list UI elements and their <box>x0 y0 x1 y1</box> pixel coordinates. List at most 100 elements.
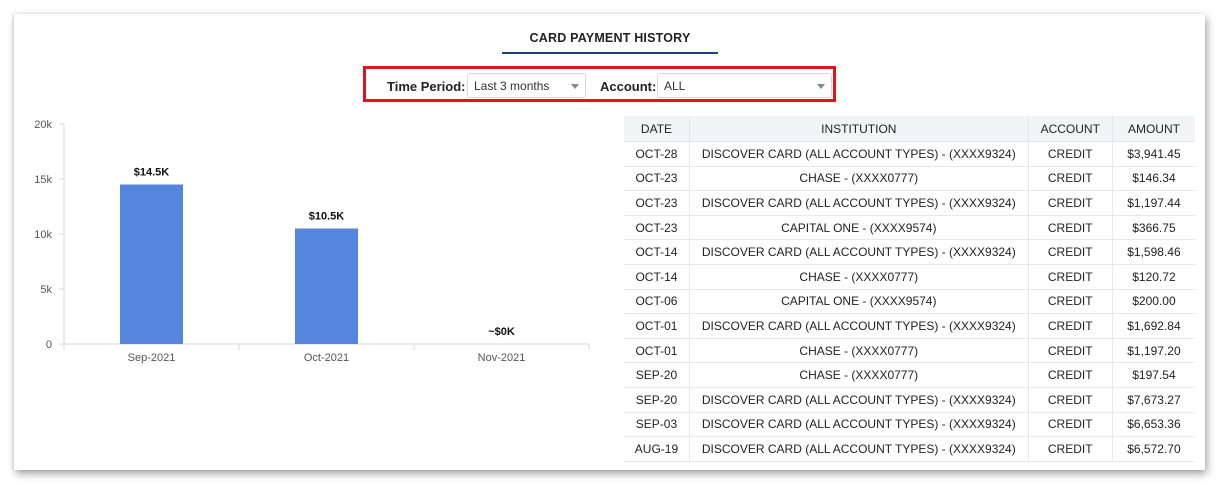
table-row[interactable]: OCT-14 DISCOVER CARD (ALL ACCOUNT TYPES) … <box>624 239 1195 265</box>
payments-table-container: DATE INSTITUTION ACCOUNT AMOUNT OCT-28 DISCO… <box>624 116 1195 468</box>
cell-account: CREDIT <box>1028 362 1113 388</box>
x-tick-label: Nov-2021 <box>478 352 526 364</box>
cell-account: CREDIT <box>1028 239 1113 265</box>
cell-date: OCT-01 <box>624 338 690 364</box>
y-tick-label: 10k <box>34 229 52 241</box>
bar-value-label: ~$0K <box>488 326 515 338</box>
account-value: ALL <box>664 79 686 93</box>
table-row[interactable]: OCT-14 CHASE - (XXXX0777) CREDIT $120.72 <box>624 264 1195 290</box>
table-row[interactable]: AUG-19 DISCOVER CARD (ALL ACCOUNT TYPES) … <box>624 436 1195 462</box>
cell-amount: $1,197.20 <box>1112 338 1195 364</box>
bar <box>295 228 358 344</box>
tab-label: CARD PAYMENT HISTORY <box>529 31 691 45</box>
cell-account: CREDIT <box>1028 190 1113 216</box>
table-header-row: DATE INSTITUTION ACCOUNT AMOUNT <box>624 116 1195 142</box>
cell-account: CREDIT <box>1028 215 1113 241</box>
column-header-institution[interactable]: INSTITUTION <box>689 116 1029 142</box>
cell-institution: CAPITAL ONE - (XXXX9574) <box>689 289 1029 315</box>
cell-date: AUG-19 <box>624 436 690 462</box>
cell-institution: CHASE - (XXXX0777) <box>689 264 1029 290</box>
cell-account: CREDIT <box>1028 313 1113 339</box>
payments-table: DATE INSTITUTION ACCOUNT AMOUNT OCT-28 DISCO… <box>624 116 1195 462</box>
cell-date: SEP-03 <box>624 412 690 438</box>
y-tick-label: 0 <box>46 339 52 351</box>
cell-date: SEP-20 <box>624 362 690 388</box>
cell-account: CREDIT <box>1028 264 1113 290</box>
cell-institution: CAPITAL ONE - (XXXX9574) <box>689 215 1029 241</box>
account-label: Account: <box>600 79 657 94</box>
cell-amount: $146.34 <box>1112 166 1195 192</box>
cell-amount: $200.00 <box>1112 289 1195 315</box>
table-row[interactable]: SEP-03 DISCOVER CARD (ALL ACCOUNT TYPES) … <box>624 412 1195 438</box>
cell-amount: $197.54 <box>1112 362 1195 388</box>
x-tick-label: Oct-2021 <box>304 352 349 364</box>
cell-institution: DISCOVER CARD (ALL ACCOUNT TYPES) - (XXX… <box>689 313 1029 339</box>
cell-date: SEP-20 <box>624 387 690 413</box>
y-tick-label: 5k <box>40 284 52 296</box>
cell-account: CREDIT <box>1028 338 1113 364</box>
table-row[interactable]: OCT-06 CAPITAL ONE - (XXXX9574) CREDIT $200… <box>624 289 1195 315</box>
monthly-payments-bar-chart: 0 5k 10k 15k 20k $14.5K Sep-2021 $10.5K Oct-2021… <box>34 119 590 364</box>
cell-amount: $6,653.36 <box>1112 412 1195 438</box>
cell-amount: $120.72 <box>1112 264 1195 290</box>
payment-history-panel: CARD PAYMENT HISTORY Time Period: Last 3… <box>14 14 1205 470</box>
table-row[interactable]: OCT-23 CHASE - (XXXX0777) CREDIT $146.34 <box>624 166 1195 192</box>
cell-account: CREDIT <box>1028 436 1113 462</box>
column-header-account[interactable]: ACCOUNT <box>1028 116 1113 142</box>
bar <box>120 184 183 344</box>
bar-value-label: $10.5K <box>309 211 345 223</box>
cell-institution: DISCOVER CARD (ALL ACCOUNT TYPES) - (XXX… <box>689 141 1029 167</box>
table-row[interactable]: SEP-20 CHASE - (XXXX0777) CREDIT $197.54 <box>624 362 1195 388</box>
column-header-amount[interactable]: AMOUNT <box>1112 116 1195 142</box>
table-row[interactable]: OCT-01 CHASE - (XXXX0777) CREDIT $1,197.20 <box>624 338 1195 364</box>
table-row[interactable]: OCT-28 DISCOVER CARD (ALL ACCOUNT TYPES) … <box>624 141 1195 167</box>
bar-value-label: $14.5K <box>134 167 170 179</box>
cell-institution: CHASE - (XXXX0777) <box>689 362 1029 388</box>
x-tick-label: Sep-2021 <box>128 352 176 364</box>
cell-date: OCT-01 <box>624 313 690 339</box>
cell-amount: $3,941.45 <box>1112 141 1195 167</box>
time-period-label: Time Period: <box>387 79 466 94</box>
cell-institution: DISCOVER CARD (ALL ACCOUNT TYPES) - (XXX… <box>689 436 1029 462</box>
cell-date: OCT-28 <box>624 141 690 167</box>
table-row[interactable]: OCT-23 DISCOVER CARD (ALL ACCOUNT TYPES) … <box>624 190 1195 216</box>
cell-institution: CHASE - (XXXX0777) <box>689 166 1029 192</box>
cell-date: OCT-14 <box>624 264 690 290</box>
chevron-down-icon <box>817 84 825 89</box>
y-tick-label: 20k <box>34 119 52 131</box>
table-row[interactable]: OCT-23 CAPITAL ONE - (XXXX9574) CREDIT $366… <box>624 215 1195 241</box>
table-body: OCT-28 DISCOVER CARD (ALL ACCOUNT TYPES) … <box>624 141 1195 462</box>
filter-bar: Time Period: Last 3 months Account: ALL <box>363 66 836 102</box>
time-period-value: Last 3 months <box>474 79 550 93</box>
tab-card-payment-history[interactable]: CARD PAYMENT HISTORY <box>502 31 718 54</box>
cell-amount: $6,572.70 <box>1112 436 1195 462</box>
cell-institution: DISCOVER CARD (ALL ACCOUNT TYPES) - (XXX… <box>689 412 1029 438</box>
cell-account: CREDIT <box>1028 412 1113 438</box>
cell-date: OCT-23 <box>624 166 690 192</box>
account-select[interactable]: ALL <box>657 73 832 98</box>
cell-account: CREDIT <box>1028 387 1113 413</box>
active-tab-underline <box>502 52 718 54</box>
cell-date: OCT-06 <box>624 289 690 315</box>
cell-account: CREDIT <box>1028 166 1113 192</box>
y-tick-label: 15k <box>34 174 52 186</box>
cell-institution: DISCOVER CARD (ALL ACCOUNT TYPES) - (XXX… <box>689 190 1029 216</box>
chevron-down-icon <box>571 84 579 89</box>
column-header-date[interactable]: DATE <box>624 116 690 142</box>
cell-amount: $1,692.84 <box>1112 313 1195 339</box>
cell-account: CREDIT <box>1028 141 1113 167</box>
cell-amount: $1,197.44 <box>1112 190 1195 216</box>
cell-institution: DISCOVER CARD (ALL ACCOUNT TYPES) - (XXX… <box>689 239 1029 265</box>
cell-amount: $7,673.27 <box>1112 387 1195 413</box>
cell-institution: DISCOVER CARD (ALL ACCOUNT TYPES) - (XXX… <box>689 387 1029 413</box>
cell-amount: $1,598.46 <box>1112 239 1195 265</box>
time-period-select[interactable]: Last 3 months <box>467 73 586 98</box>
table-row[interactable]: OCT-01 DISCOVER CARD (ALL ACCOUNT TYPES) … <box>624 313 1195 339</box>
cell-date: OCT-23 <box>624 215 690 241</box>
cell-date: OCT-23 <box>624 190 690 216</box>
cell-account: CREDIT <box>1028 289 1113 315</box>
cell-amount: $366.75 <box>1112 215 1195 241</box>
cell-date: OCT-14 <box>624 239 690 265</box>
table-row[interactable]: SEP-20 DISCOVER CARD (ALL ACCOUNT TYPES) … <box>624 387 1195 413</box>
cell-institution: CHASE - (XXXX0777) <box>689 338 1029 364</box>
